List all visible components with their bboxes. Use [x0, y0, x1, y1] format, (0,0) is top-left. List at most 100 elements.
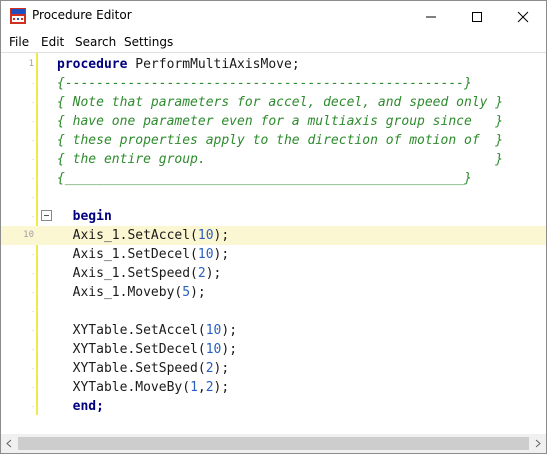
code-line[interactable]: - { the entire group. } — [1, 150, 546, 169]
code-token: , — [197, 380, 206, 395]
code-line[interactable]: - XYTable.SetDecel(10); — [1, 340, 546, 359]
code-token: Axis_1.SetSpeed( — [57, 266, 198, 281]
code-token: ); — [190, 285, 206, 300]
close-icon — [517, 11, 529, 23]
code-text: {_______________________________________… — [57, 170, 472, 187]
close-button[interactable] — [500, 1, 546, 32]
code-text: Axis_1.SetAccel(10); — [57, 227, 230, 244]
code-token: 10 — [205, 342, 222, 357]
line-number: 1 — [28, 59, 34, 69]
code-text: Axis_1.SetDecel(10); — [57, 246, 230, 263]
code-line[interactable]: - Axis_1.SetSpeed(2); — [1, 264, 546, 283]
line-marker-dot: - — [31, 118, 36, 126]
code-line[interactable]: - XYTable.MoveBy(1,2); — [1, 378, 546, 397]
code-token: ); — [213, 228, 230, 243]
fold-collapse-icon[interactable] — [41, 210, 52, 221]
code-line[interactable]: - {--------------------------------------… — [1, 74, 546, 93]
title-bar[interactable]: Procedure Editor — [1, 1, 546, 32]
code-line[interactable]: - — [1, 302, 546, 321]
line-marker-dot: - — [31, 251, 36, 259]
code-line[interactable]: - XYTable.SetSpeed(2); — [1, 359, 546, 378]
line-marker-dot: - — [31, 194, 36, 202]
code-line[interactable]: - — [1, 188, 546, 207]
scrollbar-thumb[interactable] — [18, 437, 529, 450]
code-text: procedure PerformMultiAxisMove; — [57, 56, 300, 73]
code-line[interactable]: 10 Axis_1.SetAccel(10); — [1, 226, 546, 245]
line-number: 10 — [23, 230, 34, 240]
menu-bar: File Edit Search Settings — [1, 32, 546, 52]
window-title: Procedure Editor — [32, 8, 132, 22]
line-marker-dot: - — [31, 327, 36, 335]
code-token: { these properties apply to the directio… — [57, 133, 504, 148]
line-marker-dot: - — [31, 156, 36, 164]
code-line[interactable]: - { Note that parameters for accel, decel… — [1, 93, 546, 112]
code-token: 10 — [197, 228, 214, 243]
code-token: {---------------------------------------… — [57, 76, 472, 91]
code-line[interactable]: - Axis_1.SetDecel(10); — [1, 245, 546, 264]
maximize-icon — [472, 12, 482, 22]
line-marker-dot: - — [31, 365, 36, 373]
code-token: 2 — [197, 266, 206, 281]
maximize-button[interactable] — [454, 1, 500, 32]
menu-search[interactable]: Search — [75, 35, 116, 49]
menu-settings[interactable]: Settings — [124, 35, 173, 49]
code-line[interactable]: 1 procedure PerformMultiAxisMove; — [1, 55, 546, 74]
code-token: ); — [213, 380, 230, 395]
line-marker-dot: - — [31, 346, 36, 354]
code-token: 2 — [205, 380, 214, 395]
code-text: XYTable.MoveBy(1,2); — [57, 379, 230, 396]
code-token: { have one parameter even for a multiaxi… — [57, 114, 504, 129]
code-token: 1 — [190, 380, 198, 395]
code-token: { Note that parameters for accel, decel,… — [57, 95, 504, 110]
code-token: ); — [213, 361, 230, 376]
code-text: { these properties apply to the directio… — [57, 132, 503, 149]
code-token: begin — [57, 209, 112, 224]
scroll-left-icon — [6, 439, 12, 448]
line-marker-dot: - — [31, 270, 36, 278]
line-marker-dot: - — [31, 308, 36, 316]
code-token: end; — [57, 399, 104, 414]
code-text: end; — [57, 398, 104, 415]
line-marker-dot: - — [31, 289, 36, 297]
line-marker-dot: - — [31, 403, 36, 411]
code-token: ); — [205, 266, 222, 281]
line-marker-dot: - — [31, 175, 36, 183]
line-marker-dot: - — [31, 80, 36, 88]
scroll-right-icon — [535, 439, 541, 448]
code-token: XYTable.SetSpeed( — [57, 361, 206, 376]
code-line[interactable]: - XYTable.SetAccel(10); — [1, 321, 546, 340]
menu-file[interactable]: File — [9, 35, 29, 49]
code-token: ); — [213, 247, 230, 262]
code-text: {---------------------------------------… — [57, 75, 472, 92]
code-token: Axis_1.SetAccel( — [57, 228, 198, 243]
code-token: procedure — [57, 57, 128, 72]
code-token: { the entire group. } — [57, 152, 504, 167]
code-line[interactable]: - { these properties apply to the directi… — [1, 131, 546, 150]
code-editor[interactable]: 1 procedure PerformMultiAxisMove; - {------… — [1, 52, 546, 435]
scroll-right-button[interactable] — [529, 434, 546, 453]
code-line[interactable]: - Axis_1.Moveby(5); — [1, 283, 546, 302]
code-token: XYTable.MoveBy( — [57, 380, 191, 395]
code-text: Axis_1.Moveby(5); — [57, 284, 206, 301]
code-line[interactable]: - end; — [1, 397, 546, 416]
code-token: 10 — [205, 323, 222, 338]
procedure-editor-window: Procedure Editor File Edit Search Settin… — [0, 0, 547, 454]
horizontal-scrollbar[interactable] — [1, 434, 546, 453]
code-token: PerformMultiAxisMove; — [127, 57, 300, 72]
minimize-button[interactable] — [408, 1, 454, 32]
scroll-left-button[interactable] — [1, 434, 18, 453]
line-marker-dot: - — [31, 213, 36, 221]
code-line[interactable]: - {______________________________________… — [1, 169, 546, 188]
code-line[interactable]: - { have one parameter even for a multiax… — [1, 112, 546, 131]
code-token: XYTable.SetAccel( — [57, 323, 206, 338]
code-token: ); — [221, 342, 238, 357]
code-text: Axis_1.SetSpeed(2); — [57, 265, 222, 282]
code-text: { Note that parameters for accel, decel,… — [57, 94, 503, 111]
code-token: 10 — [197, 247, 214, 262]
menu-edit[interactable]: Edit — [41, 35, 64, 49]
code-text: XYTable.SetSpeed(2); — [57, 360, 230, 377]
code-token: 2 — [205, 361, 214, 376]
code-text: begin — [57, 208, 112, 225]
code-line[interactable]: - begin — [1, 207, 546, 226]
line-marker-dot: - — [31, 384, 36, 392]
